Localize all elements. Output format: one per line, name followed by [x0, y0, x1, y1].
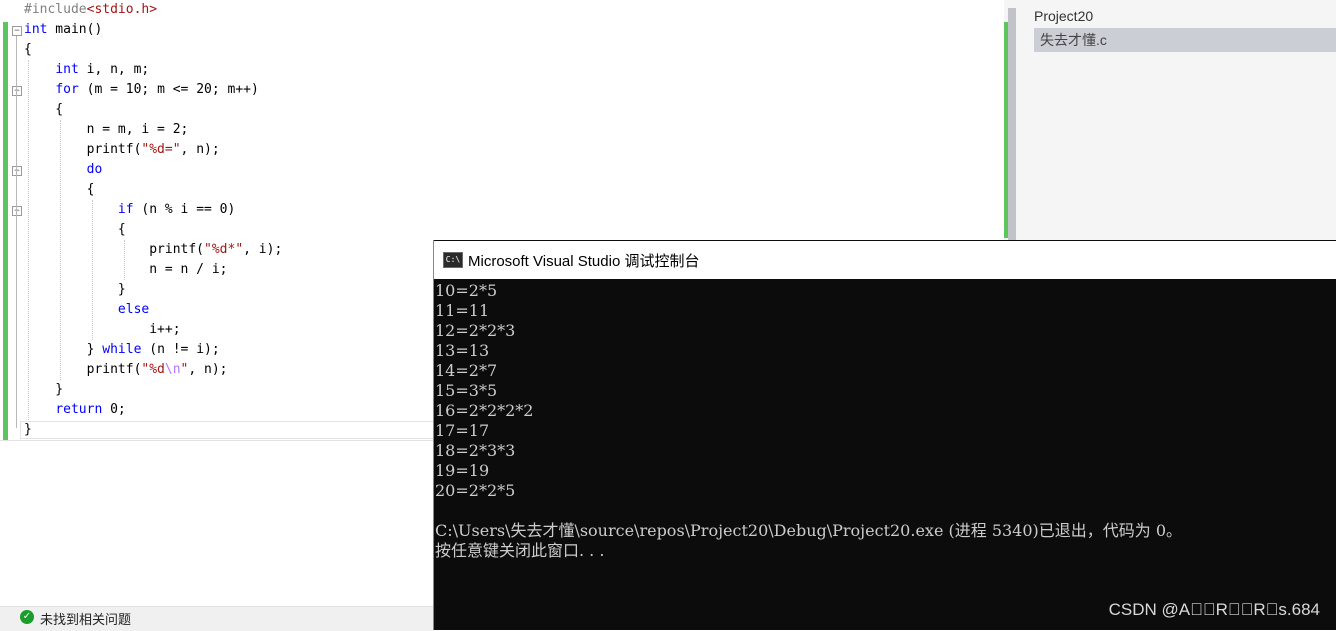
fold-toggle-for[interactable]: −: [12, 86, 22, 96]
code-line[interactable]: i++;: [24, 320, 282, 340]
code-token: }: [24, 422, 32, 437]
fold-toggle-if[interactable]: −: [12, 206, 22, 216]
code-line[interactable]: {: [24, 40, 282, 60]
code-token: {: [24, 102, 64, 117]
code-token: while: [102, 342, 142, 357]
console-line: 13=13: [435, 341, 490, 360]
code-line[interactable]: {: [24, 220, 282, 240]
console-line: 17=17: [435, 421, 490, 440]
code-token: do: [86, 162, 103, 177]
code-token: n = m, i = 2;: [24, 122, 189, 137]
console-line: 20=2*2*5: [435, 481, 516, 500]
console-title: Microsoft Visual Studio 调试控制台: [468, 253, 700, 270]
code-line[interactable]: printf("%d*", i);: [24, 240, 282, 260]
console-line: 10=2*5: [435, 281, 498, 300]
code-token: <stdio.h>: [86, 2, 158, 17]
code-token: printf(: [24, 142, 142, 157]
code-token: \n: [164, 362, 181, 377]
code-line[interactable]: int main(): [24, 20, 282, 40]
fold-toggle-do[interactable]: −: [12, 166, 22, 176]
code-token: i++;: [24, 322, 181, 337]
console-line: 按任意键关闭此窗口. . .: [435, 541, 605, 560]
code-token: (n != i);: [141, 342, 220, 357]
code-token: , i);: [243, 242, 283, 257]
code-line[interactable]: }: [24, 280, 282, 300]
code-line[interactable]: } while (n != i);: [24, 340, 282, 360]
code-lines: #include<stdio.h> int main(){ int i, n, m…: [24, 0, 282, 440]
code-line[interactable]: n = m, i = 2;: [24, 120, 282, 140]
code-token: {: [24, 42, 32, 57]
code-token: , n);: [180, 142, 220, 157]
console-line: 16=2*2*2*2: [435, 401, 534, 420]
scrollbar-change-marker: [1004, 22, 1008, 238]
code-line[interactable]: do: [24, 160, 282, 180]
change-tracking-bar: [3, 22, 8, 440]
code-token: if: [117, 202, 134, 217]
solution-file-item[interactable]: 失去才懂.c: [1034, 28, 1336, 52]
solution-project-item[interactable]: Project20: [1034, 8, 1093, 24]
watermark: CSDN @A  R  R s.684: [1108, 600, 1320, 619]
code-token: int: [24, 22, 48, 37]
code-line[interactable]: if (n % i == 0): [24, 200, 282, 220]
fold-toggle-main[interactable]: −: [12, 26, 22, 36]
code-token: "%d: [141, 362, 165, 377]
code-token: , n);: [188, 362, 228, 377]
console-line: 11=11: [435, 301, 490, 320]
code-line[interactable]: for (m = 10; m <= 20; m++): [24, 80, 282, 100]
code-line[interactable]: {: [24, 180, 282, 200]
code-token: main(): [47, 22, 103, 37]
console-line: C:\Users\失去才懂\source\repos\Project20\Deb…: [435, 521, 1183, 540]
code-line[interactable]: printf("%d=", n);: [24, 140, 282, 160]
code-line[interactable]: {: [24, 100, 282, 120]
status-text[interactable]: 未找到相关问题: [40, 609, 131, 628]
code-line[interactable]: int i, n, m;: [24, 60, 282, 80]
code-line[interactable]: n = n / i;: [24, 260, 282, 280]
check-circle-icon: ✓: [20, 610, 34, 624]
code-line[interactable]: else: [24, 300, 282, 320]
code-token: }: [24, 342, 103, 357]
code-token: "%d=": [141, 142, 181, 157]
code-token: (n % i == 0): [133, 202, 236, 217]
code-token: {: [24, 222, 126, 237]
code-token: printf(: [24, 362, 142, 377]
code-line[interactable]: printf("%d\n", n);: [24, 360, 282, 380]
code-line[interactable]: return 0;: [24, 400, 282, 420]
code-line[interactable]: }: [24, 420, 282, 440]
code-token: else: [117, 302, 150, 317]
code-token: n = n / i;: [24, 262, 228, 277]
console-line: 12=2*2*3: [435, 321, 516, 340]
code-line[interactable]: #include<stdio.h>: [24, 0, 282, 20]
console-app-icon: C:\: [443, 252, 463, 268]
code-token: for: [55, 82, 79, 97]
code-token: }: [24, 382, 64, 397]
console-output: 10=2*5 11=11 12=2*2*3 13=13 14=2*7 15=3*5 16=2…: [435, 281, 1182, 561]
code-line[interactable]: }: [24, 380, 282, 400]
console-line: 14=2*7: [435, 361, 498, 380]
code-token: }: [24, 282, 126, 297]
code-token: 0;: [102, 402, 126, 417]
code-token: {: [24, 182, 95, 197]
code-token: int: [55, 62, 79, 77]
code-token: return: [55, 402, 103, 417]
code-token: i, n, m;: [78, 62, 150, 77]
code-token: printf(: [24, 242, 205, 257]
code-token: (m = 10; m <= 20; m++): [78, 82, 259, 97]
console-line: 15=3*5: [435, 381, 498, 400]
console-line: 19=19: [435, 461, 490, 480]
code-token: #include: [24, 2, 87, 17]
fold-region-line: [16, 36, 17, 428]
console-line: 18=2*3*3: [435, 441, 516, 460]
code-token: "%d*": [204, 242, 244, 257]
